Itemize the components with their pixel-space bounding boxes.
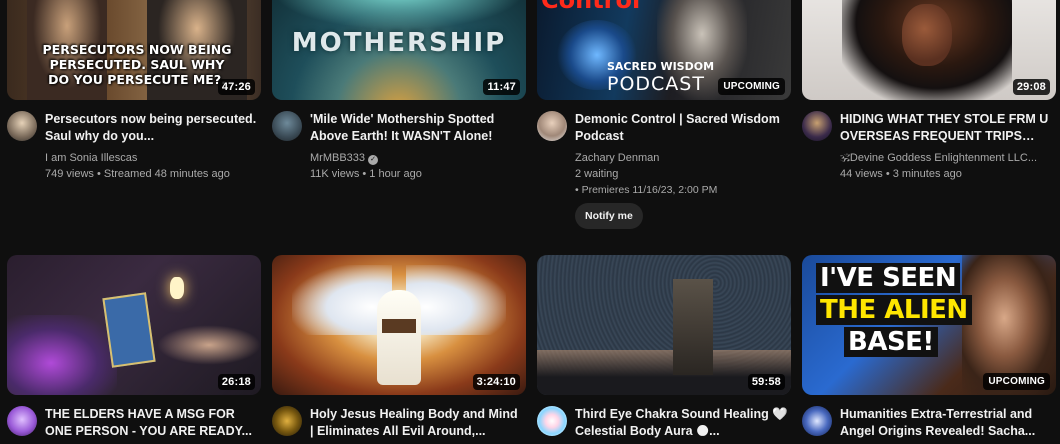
video-title[interactable]: 'Mile Wide' Mothership Spotted Above Ear… bbox=[310, 111, 524, 145]
upcoming-badge: UPCOMING bbox=[718, 78, 785, 95]
upcoming-badge: UPCOMING bbox=[983, 373, 1050, 390]
video-thumbnail[interactable]: 3:24:10 bbox=[272, 255, 526, 395]
video-title[interactable]: THE ELDERS HAVE A MSG FOR ONE PERSON - Y… bbox=[45, 406, 259, 440]
video-stats: 44 views • 3 minutes ago bbox=[840, 168, 962, 180]
thumbnail-caption: Control bbox=[541, 0, 641, 14]
waiting-count: 2 waiting bbox=[575, 168, 619, 180]
video-thumbnail[interactable]: Control SACRED WISDOM PODCAST UPCOMING bbox=[537, 0, 791, 100]
notify-me-button[interactable]: Notify me bbox=[575, 203, 643, 229]
video-thumbnail[interactable]: MOTHERSHIP 11:47 bbox=[272, 0, 526, 100]
channel-name[interactable]: 🕉Devine Goddess Enlightenment LLC... bbox=[840, 151, 1054, 166]
thumbnail-caption: SACRED WISDOM bbox=[607, 60, 715, 73]
duration-badge: 59:58 bbox=[747, 374, 785, 390]
thumbnail-caption: MOTHERSHIP bbox=[291, 28, 507, 58]
channel-avatar[interactable] bbox=[537, 406, 567, 436]
video-title[interactable]: Holy Jesus Healing Body and Mind | Elimi… bbox=[310, 406, 524, 440]
video-thumbnail[interactable]: 59:58 bbox=[537, 255, 791, 395]
video-title[interactable]: Persecutors now being persecuted. Saul w… bbox=[45, 111, 259, 145]
channel-avatar[interactable] bbox=[7, 111, 37, 141]
video-thumbnail[interactable]: 26:18 bbox=[7, 255, 261, 395]
verified-icon: ✓ bbox=[368, 155, 379, 165]
channel-avatar[interactable] bbox=[802, 111, 832, 141]
thumbnail-caption: BASE! bbox=[844, 327, 938, 357]
video-thumbnail[interactable]: PERSECUTORS NOW BEING PERSECUTED. SAUL W… bbox=[7, 0, 261, 100]
channel-name[interactable]: MrMBB333 ✓ bbox=[310, 151, 524, 166]
duration-badge: 47:26 bbox=[217, 79, 255, 95]
thumbnail-caption: I'VE SEEN bbox=[816, 263, 961, 293]
channel-avatar[interactable] bbox=[272, 406, 302, 436]
video-thumbnail[interactable]: I'VE SEEN THE ALIEN BASE! UPCOMING bbox=[802, 255, 1056, 395]
video-thumbnail[interactable]: 29:08 bbox=[802, 0, 1056, 100]
thumbnail-caption: PERSECUTORS NOW BEING PERSECUTED. SAUL W… bbox=[42, 42, 232, 87]
channel-avatar[interactable] bbox=[7, 406, 37, 436]
video-title[interactable]: Demonic Control | Sacred Wisdom Podcast bbox=[575, 111, 789, 145]
channel-avatar[interactable] bbox=[537, 111, 567, 141]
channel-avatar[interactable] bbox=[272, 111, 302, 141]
video-stats: 11K views • 1 hour ago bbox=[310, 168, 422, 180]
duration-badge: 29:08 bbox=[1012, 79, 1050, 95]
duration-badge: 3:24:10 bbox=[472, 374, 520, 390]
video-title[interactable]: Third Eye Chakra Sound Healing 🤍 Celesti… bbox=[575, 406, 789, 440]
video-title[interactable]: HIDING WHAT THEY STOLE FRM U OVERSEAS FR… bbox=[840, 111, 1054, 145]
thumbnail-caption: PODCAST bbox=[607, 73, 705, 95]
channel-name[interactable]: Zachary Denman bbox=[575, 151, 789, 166]
duration-badge: 26:18 bbox=[217, 374, 255, 390]
channel-name[interactable]: I am Sonia Illescas bbox=[45, 151, 259, 166]
premiere-time: • Premieres 11/16/23, 2:00 PM bbox=[575, 184, 718, 196]
channel-name-text[interactable]: MrMBB333 bbox=[310, 152, 365, 164]
duration-badge: 11:47 bbox=[483, 79, 520, 95]
channel-avatar[interactable] bbox=[802, 406, 832, 436]
thumbnail-caption: THE ALIEN bbox=[816, 295, 972, 325]
video-stats: 749 views • Streamed 48 minutes ago bbox=[45, 168, 230, 180]
video-title[interactable]: Humanities Extra-Terrestrial and Angel O… bbox=[840, 406, 1054, 440]
